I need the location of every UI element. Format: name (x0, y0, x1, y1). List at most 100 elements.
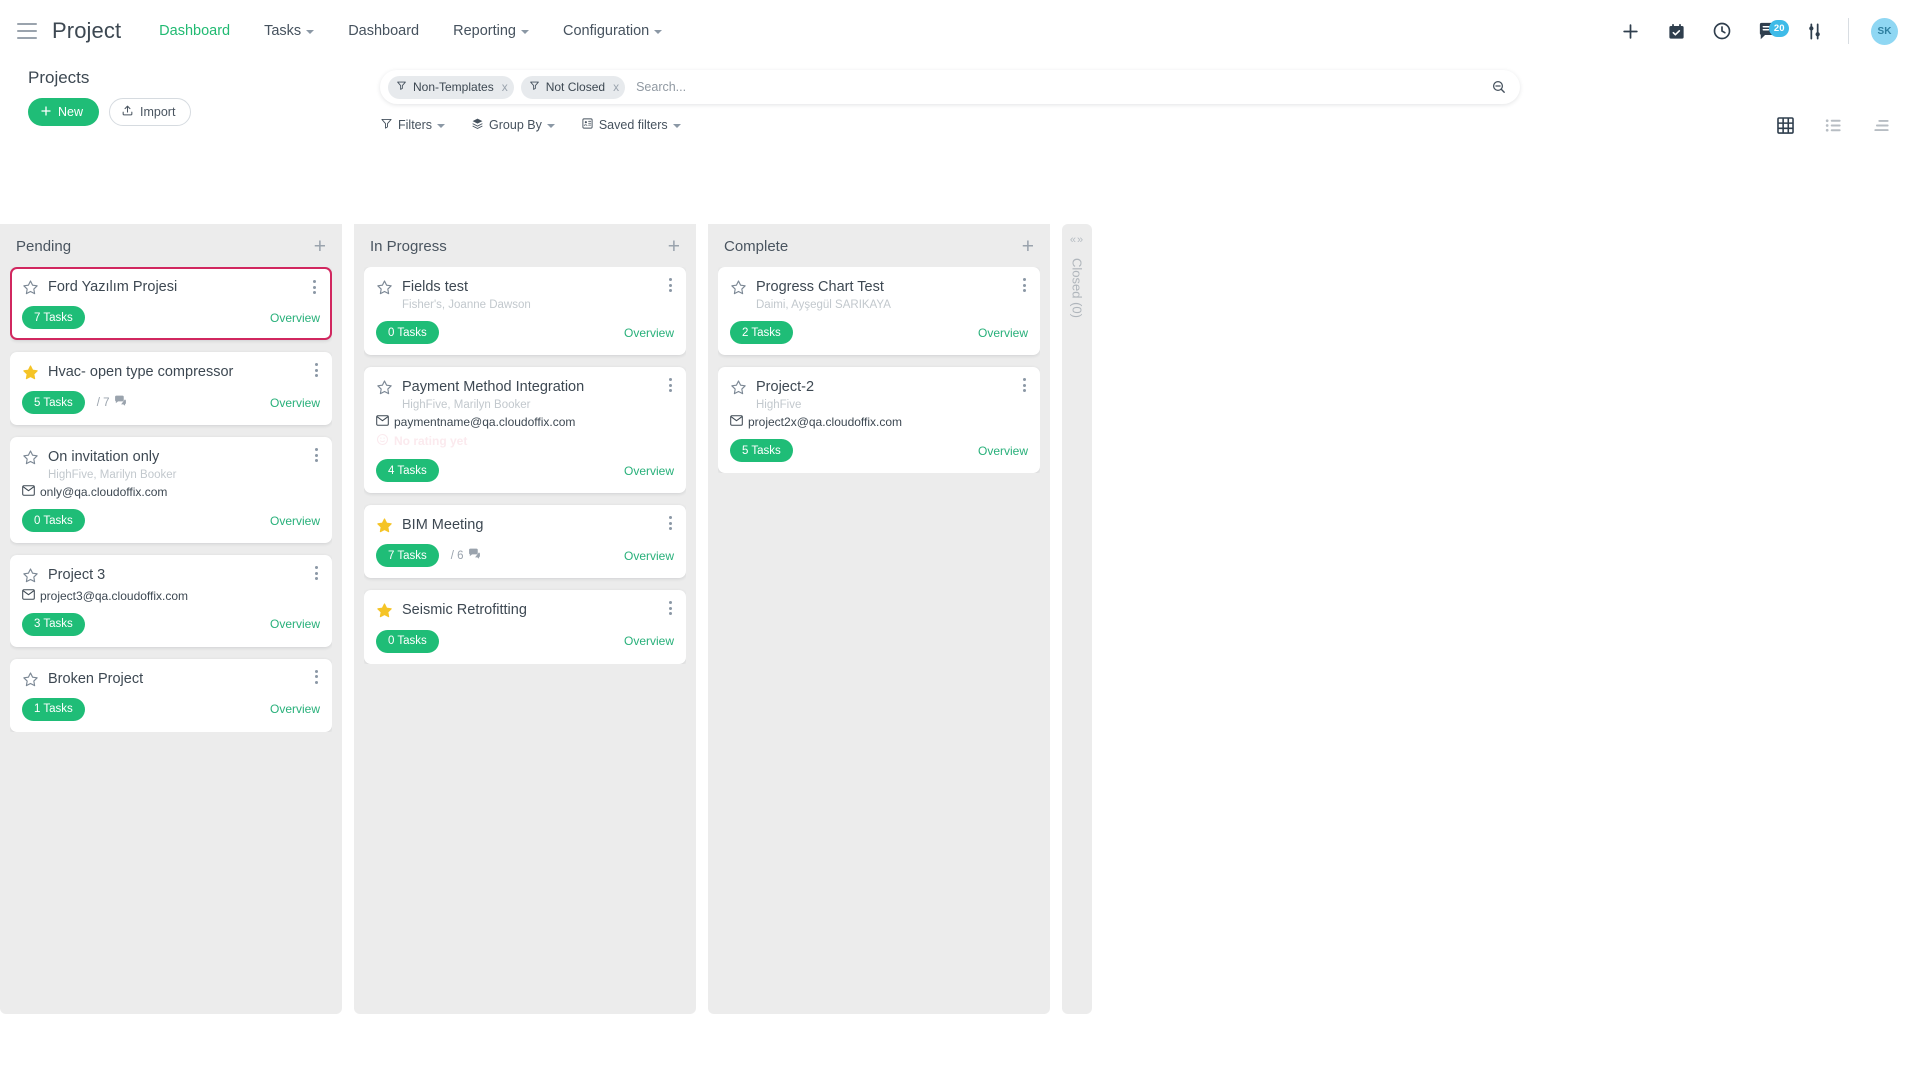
overview-link[interactable]: Overview (270, 311, 320, 325)
messages-button[interactable]: 20 (1756, 19, 1789, 43)
tasks-count-badge[interactable]: 5 Tasks (22, 391, 85, 415)
card-footer: 0 Tasks Overview (376, 629, 674, 653)
favorite-star-icon[interactable] (376, 279, 393, 296)
saved-filters-dropdown[interactable]: Saved filters (581, 117, 681, 133)
card-subtitle: HighFive, Marilyn Booker (48, 469, 177, 482)
card-subtitle: HighFive (756, 399, 802, 412)
plus-icon[interactable] (1618, 19, 1642, 43)
project-card[interactable]: Project-2 HighFive project2x@qa.cloudoffix… (718, 367, 1040, 474)
project-card[interactable]: BIM Meeting 7 Tasks / 6 Overview (364, 505, 686, 579)
project-card[interactable]: Ford Yazılım Projesi 7 Tasks Overview (10, 267, 332, 341)
overview-link[interactable]: Overview (270, 396, 320, 410)
card-footer: 5 Tasks Overview (730, 439, 1028, 463)
nav-item-dashboard-0[interactable]: Dashboard (159, 23, 230, 39)
tasks-count-badge[interactable]: 7 Tasks (22, 306, 85, 330)
favorite-star-icon[interactable] (22, 364, 39, 381)
search-facet-0[interactable]: Non-Templates x (388, 75, 514, 99)
favorite-star-icon[interactable] (730, 379, 747, 396)
overview-link[interactable]: Overview (624, 464, 674, 478)
calendar-check-icon[interactable] (1664, 19, 1688, 43)
card-header: Payment Method Integration (376, 378, 674, 396)
favorite-star-icon[interactable] (22, 449, 39, 466)
card-menu-icon[interactable] (665, 514, 676, 532)
card-title: Project 3 (48, 567, 106, 584)
card-email: paymentname@qa.cloudoffix.com (376, 415, 674, 429)
card-menu-icon[interactable] (665, 599, 676, 617)
avatar[interactable]: SK (1871, 17, 1898, 45)
add-card-icon[interactable]: + (1022, 236, 1034, 257)
tasks-count-badge[interactable]: 0 Tasks (376, 629, 439, 653)
favorite-star-icon[interactable] (22, 671, 39, 688)
card-title: Project-2 (756, 379, 815, 396)
overview-link[interactable]: Overview (270, 702, 320, 716)
tasks-count-badge[interactable]: 3 Tasks (22, 612, 85, 636)
search-facet-1[interactable]: Not Closed x (520, 75, 626, 99)
card-header: Ford Yazılım Projesi (22, 278, 320, 296)
favorite-star-icon[interactable] (22, 279, 39, 296)
chevron-down-icon (437, 124, 446, 128)
tasks-count-badge[interactable]: 1 Tasks (22, 697, 85, 721)
nav-item-tasks-1[interactable]: Tasks (264, 23, 315, 39)
overview-link[interactable]: Overview (270, 617, 320, 631)
sliders-icon[interactable] (1802, 19, 1826, 43)
tasks-count-badge[interactable]: 0 Tasks (22, 509, 85, 533)
add-card-icon[interactable]: + (314, 236, 326, 257)
card-menu-icon[interactable] (311, 564, 322, 582)
filters-dropdown[interactable]: Filters (380, 117, 446, 133)
group-by-dropdown[interactable]: Group By (471, 117, 555, 133)
overview-link[interactable]: Overview (624, 634, 674, 648)
card-menu-icon[interactable] (1019, 376, 1030, 394)
card-menu-icon[interactable] (309, 278, 320, 296)
kanban-column-collapsed-closed-0[interactable]: «» Closed (0) (1062, 224, 1092, 1014)
card-title: Progress Chart Test (756, 279, 884, 295)
favorite-star-icon[interactable] (376, 517, 393, 534)
project-card[interactable]: Fields test Fisher's, Joanne Dawson 0 Task… (364, 267, 686, 356)
tasks-count-badge[interactable]: 4 Tasks (376, 459, 439, 483)
favorite-star-icon[interactable] (730, 279, 747, 296)
remove-facet-icon[interactable]: x (611, 80, 619, 94)
project-card[interactable]: Hvac- open type compressor 5 Tasks / 7 Over… (10, 352, 332, 426)
kanban-view-toggle[interactable] (1774, 114, 1796, 136)
list-view-toggle[interactable] (1822, 114, 1844, 136)
import-button[interactable]: Import (109, 98, 192, 126)
favorite-star-icon[interactable] (22, 567, 39, 584)
overview-link[interactable]: Overview (978, 444, 1028, 458)
favorite-star-icon[interactable] (376, 602, 393, 619)
search-input[interactable] (632, 80, 1488, 94)
overview-link[interactable]: Overview (270, 514, 320, 528)
nav-item-reporting-3[interactable]: Reporting (453, 23, 529, 39)
project-card[interactable]: Progress Chart Test Daimi, Ayşegül SARIKA… (718, 267, 1040, 356)
overview-link[interactable]: Overview (624, 549, 674, 563)
tasks-count-badge[interactable]: 2 Tasks (730, 321, 793, 345)
card-menu-icon[interactable] (665, 376, 676, 394)
clock-icon[interactable] (1710, 19, 1734, 43)
project-card[interactable]: Project 3 project3@qa.cloudoffix.com 3 Tas… (10, 555, 332, 647)
overview-link[interactable]: Overview (624, 326, 674, 340)
tasks-count-badge[interactable]: 5 Tasks (730, 439, 793, 463)
column-resize-handle[interactable]: «» (1070, 234, 1084, 246)
project-card[interactable]: Seismic Retrofitting 0 Tasks Overview (364, 590, 686, 664)
remove-facet-icon[interactable]: x (500, 80, 508, 94)
search-minus-icon[interactable] (1488, 76, 1510, 98)
project-card[interactable]: Broken Project 1 Tasks Overview (10, 658, 332, 732)
import-button-label: Import (140, 105, 176, 119)
topbar-actions: 20 SK (1618, 17, 1898, 45)
new-button[interactable]: New (28, 98, 100, 126)
project-card[interactable]: On invitation only HighFive, Marilyn Book… (10, 437, 332, 544)
project-card[interactable]: Payment Method Integration HighFive, Mari… (364, 367, 686, 494)
card-menu-icon[interactable] (311, 668, 322, 686)
add-card-icon[interactable]: + (668, 236, 680, 257)
favorite-star-icon[interactable] (376, 379, 393, 396)
card-subtitle: Fisher's, Joanne Dawson (402, 299, 531, 312)
nav-item-dashboard-2[interactable]: Dashboard (348, 23, 419, 39)
lines-view-toggle[interactable] (1870, 114, 1892, 136)
overview-link[interactable]: Overview (978, 326, 1028, 340)
nav-item-configuration-4[interactable]: Configuration (563, 23, 663, 39)
card-menu-icon[interactable] (311, 361, 322, 379)
card-menu-icon[interactable] (1019, 276, 1030, 294)
tasks-count-badge[interactable]: 0 Tasks (376, 321, 439, 345)
tasks-count-badge[interactable]: 7 Tasks (376, 544, 439, 568)
card-menu-icon[interactable] (665, 276, 676, 294)
hamburger-menu-icon[interactable] (10, 14, 44, 48)
card-menu-icon[interactable] (311, 446, 322, 464)
